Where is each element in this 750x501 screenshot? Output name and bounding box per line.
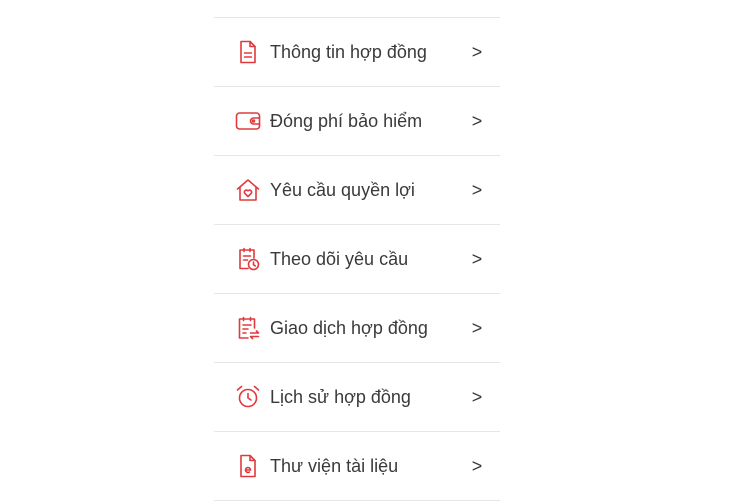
menu-item-label: Lịch sử hợp đồng (270, 386, 411, 407)
chevron-right-icon: > (471, 179, 483, 200)
menu-item-contract-info[interactable]: Thông tin hợp đồng > (214, 18, 500, 87)
house-heart-icon (234, 176, 262, 204)
menu-item-pay-premium[interactable]: Đóng phí bảo hiểm > (214, 87, 500, 156)
alarm-clock-icon (234, 383, 262, 411)
menu-item-contract-transactions[interactable]: Giao dịch hợp đồng > (214, 294, 500, 363)
chevron-right-icon: > (471, 110, 483, 131)
notes-transfer-icon (234, 314, 262, 342)
clipboard-clock-icon (234, 245, 262, 273)
menu-item-label: Yêu cầu quyền lợi (270, 179, 415, 200)
menu-item-claims[interactable]: Yêu cầu quyền lợi > (214, 156, 500, 225)
menu-item-track-requests[interactable]: Theo dõi yêu cầu > (214, 225, 500, 294)
chevron-right-icon: > (471, 386, 483, 407)
menu-item-label: Thông tin hợp đồng (270, 41, 427, 62)
menu-item-contract-history[interactable]: Lịch sử hợp đồng > (214, 363, 500, 432)
menu-item-document-library[interactable]: Thư viện tài liệu > (214, 432, 500, 501)
chevron-right-icon: > (471, 248, 483, 269)
menu-item-label: Đóng phí bảo hiểm (270, 110, 423, 131)
wallet-icon (234, 107, 262, 135)
chevron-right-icon: > (471, 317, 483, 338)
document-icon (234, 38, 262, 66)
main-menu: Thông tin hợp đồng > Đóng phí bảo hiểm >… (214, 17, 500, 501)
chevron-right-icon: > (471, 41, 483, 62)
file-e-icon (234, 452, 262, 480)
chevron-right-icon: > (471, 455, 483, 476)
menu-item-label: Theo dõi yêu cầu (270, 248, 409, 269)
menu-item-label: Thư viện tài liệu (270, 455, 399, 476)
menu-item-label: Giao dịch hợp đồng (270, 317, 428, 338)
